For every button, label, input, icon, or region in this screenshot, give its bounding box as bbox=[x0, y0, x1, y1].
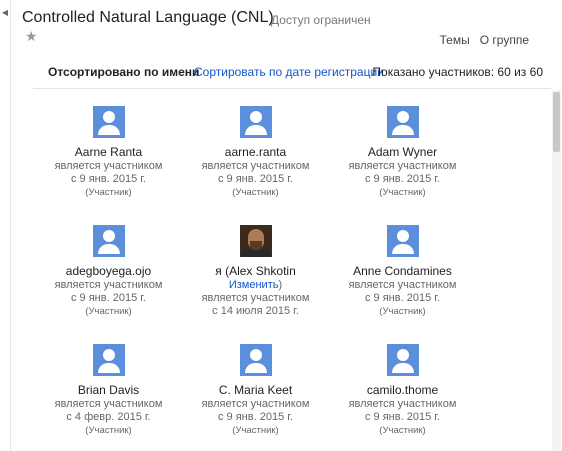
member-date: с 9 янв. 2015 г. bbox=[71, 292, 146, 304]
member-card: Aarne Ranta является участником с 9 янв.… bbox=[36, 106, 181, 199]
about-group-link[interactable]: О группе bbox=[480, 33, 529, 47]
default-avatar-icon[interactable] bbox=[386, 225, 419, 257]
default-avatar-icon[interactable] bbox=[239, 344, 272, 376]
member-date: с 4 февр. 2015 г. bbox=[66, 411, 151, 423]
member-card: aarne.ranta является участником с 9 янв.… bbox=[183, 106, 328, 199]
member-status: является участником bbox=[54, 398, 163, 410]
member-status: является участником bbox=[348, 160, 457, 172]
default-avatar-icon[interactable] bbox=[239, 106, 272, 138]
member-role: (Участник) bbox=[379, 187, 426, 198]
default-avatar-icon[interactable] bbox=[92, 106, 125, 138]
default-avatar-icon[interactable] bbox=[92, 344, 125, 376]
group-header: Controlled Natural Language (CNL) Доступ… bbox=[22, 9, 562, 69]
member-role: (Участник) bbox=[379, 425, 426, 436]
member-date: с 9 янв. 2015 г. bbox=[365, 411, 440, 423]
sort-by-name-label: Отсортировано по имени bbox=[48, 65, 200, 79]
member-name[interactable]: Aarne Ranta bbox=[36, 145, 181, 160]
member-card: C. Maria Keet является участником с 9 ян… bbox=[183, 344, 328, 437]
members-grid: Aarne Ranta является участником с 9 янв.… bbox=[33, 90, 551, 451]
member-status: является участником bbox=[348, 279, 457, 291]
sort-by-date-link[interactable]: Сортировать по дате регистрации bbox=[194, 65, 384, 79]
member-card: camilo.thome является участником с 9 янв… bbox=[330, 344, 475, 437]
default-avatar-icon[interactable] bbox=[386, 344, 419, 376]
top-nav: Темы О группе bbox=[440, 33, 529, 47]
member-card: Anne Condamines является участником с 9 … bbox=[330, 225, 475, 318]
star-icon[interactable]: ★ bbox=[25, 29, 38, 43]
member-name[interactable]: Brian Davis bbox=[36, 383, 181, 398]
sort-bar: Отсортировано по имени Сортировать по да… bbox=[48, 65, 543, 81]
member-card-self: я (Alex Shkotin Изменить) является участ… bbox=[183, 225, 328, 318]
member-status: является участником bbox=[201, 292, 310, 304]
members-count: Показано участников: 60 из 60 bbox=[372, 65, 543, 79]
member-date: с 9 янв. 2015 г. bbox=[71, 173, 146, 185]
member-status: является участником bbox=[201, 398, 310, 410]
member-name[interactable]: adegboyega.ojo bbox=[36, 264, 181, 279]
topics-link[interactable]: Темы bbox=[440, 33, 470, 47]
change-close-paren: ) bbox=[278, 279, 283, 291]
member-role: (Участник) bbox=[232, 425, 279, 436]
member-date: с 9 янв. 2015 г. bbox=[365, 173, 440, 185]
left-collapse-strip: ◀ bbox=[0, 0, 11, 451]
member-card: adegboyega.ojo является участником с 9 я… bbox=[36, 225, 181, 318]
member-date: с 9 янв. 2015 г. bbox=[218, 411, 293, 423]
member-status: является участником bbox=[201, 160, 310, 172]
user-photo-avatar[interactable] bbox=[239, 225, 272, 257]
member-name[interactable]: Adam Wyner bbox=[330, 145, 475, 160]
scrollbar[interactable] bbox=[552, 90, 561, 451]
member-name[interactable]: я (Alex Shkotin bbox=[183, 264, 328, 279]
member-name[interactable]: camilo.thome bbox=[330, 383, 475, 398]
member-status: является участником bbox=[54, 279, 163, 291]
member-role: (Участник) bbox=[379, 306, 426, 317]
default-avatar-icon[interactable] bbox=[92, 225, 125, 257]
member-date: с 14 июля 2015 г. bbox=[212, 305, 299, 317]
change-row: Изменить) bbox=[183, 279, 328, 292]
scrollbar-thumb[interactable] bbox=[553, 92, 560, 152]
member-name[interactable]: aarne.ranta bbox=[183, 145, 328, 160]
divider bbox=[33, 88, 551, 89]
default-avatar-icon[interactable] bbox=[386, 106, 419, 138]
member-date: с 9 янв. 2015 г. bbox=[365, 292, 440, 304]
member-role: (Участник) bbox=[85, 306, 132, 317]
collapse-arrow-icon[interactable]: ◀ bbox=[1, 8, 9, 18]
member-name[interactable]: C. Maria Keet bbox=[183, 383, 328, 398]
member-status: является участником bbox=[54, 160, 163, 172]
member-role: (Участник) bbox=[85, 425, 132, 436]
access-label: Доступ ограничен bbox=[271, 13, 371, 27]
change-link[interactable]: Изменить bbox=[229, 279, 279, 291]
member-card: Adam Wyner является участником с 9 янв. … bbox=[330, 106, 475, 199]
group-title: Controlled Natural Language (CNL) bbox=[22, 9, 274, 26]
member-name[interactable]: Anne Condamines bbox=[330, 264, 475, 279]
member-role: (Участник) bbox=[85, 187, 132, 198]
member-card: Brian Davis является участником с 4 февр… bbox=[36, 344, 181, 437]
member-status: является участником bbox=[348, 398, 457, 410]
member-role: (Участник) bbox=[232, 187, 279, 198]
member-date: с 9 янв. 2015 г. bbox=[218, 173, 293, 185]
